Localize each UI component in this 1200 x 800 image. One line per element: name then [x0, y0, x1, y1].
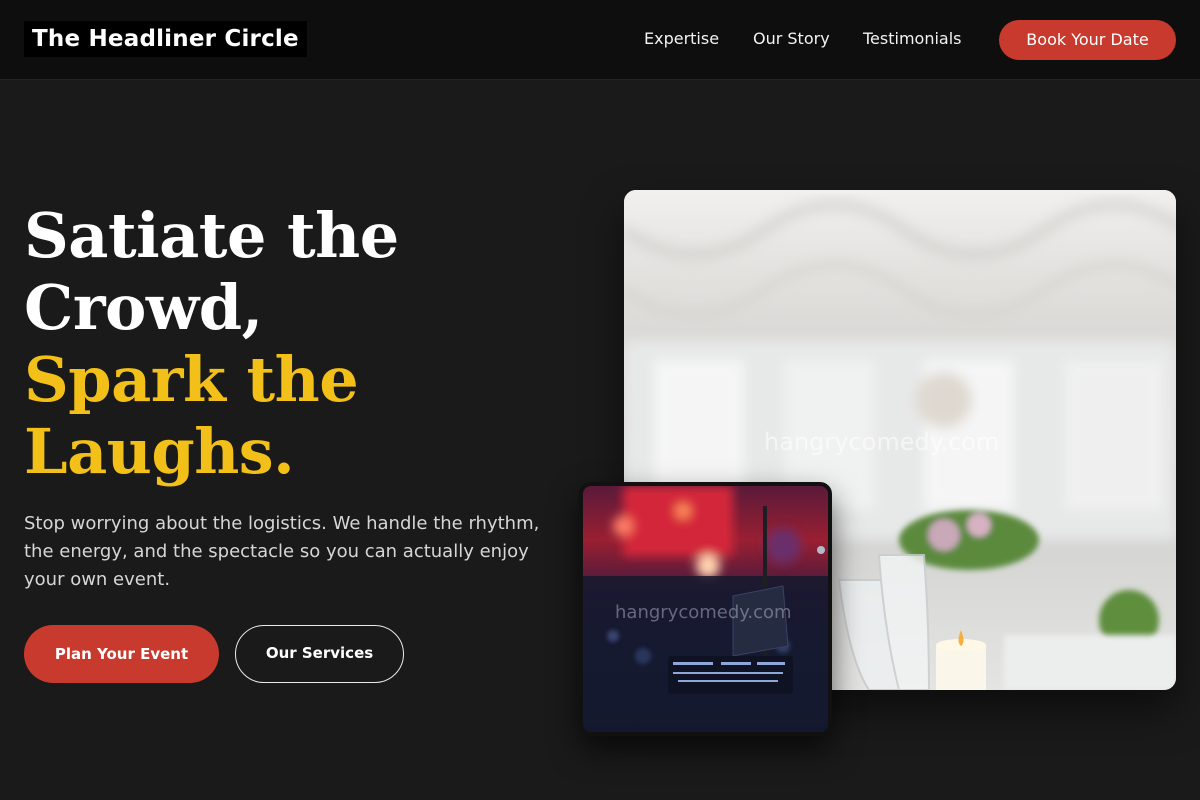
brand-logo[interactable]: The Headliner Circle [24, 21, 307, 57]
hero-headline: Satiate the Crowd, Spark the Laughs. [24, 200, 544, 488]
headline-line: Satiate the [24, 199, 399, 272]
hero-subtext: Stop worrying about the logistics. We ha… [24, 513, 540, 590]
book-your-date-button[interactable]: Book Your Date [999, 20, 1176, 60]
plan-your-event-button[interactable]: Plan Your Event [24, 625, 219, 683]
our-services-button[interactable]: Our Services [235, 625, 404, 683]
headline-highlight-line: Laughs. [24, 415, 295, 488]
concert-image: hangrycomedy.com [579, 482, 832, 736]
image-watermark: hangrycomedy.com [615, 602, 792, 623]
image-watermark: hangrycomedy.com [764, 428, 1000, 456]
headline-highlight-line: Spark the [24, 343, 359, 416]
headline-line: Crowd, [24, 271, 263, 344]
site-header: The Headliner Circle Expertise Our Story… [0, 0, 1200, 80]
nav-link-expertise[interactable]: Expertise [644, 29, 719, 49]
nav-link-our-story[interactable]: Our Story [753, 29, 830, 49]
nav-link-testimonials[interactable]: Testimonials [863, 29, 962, 49]
